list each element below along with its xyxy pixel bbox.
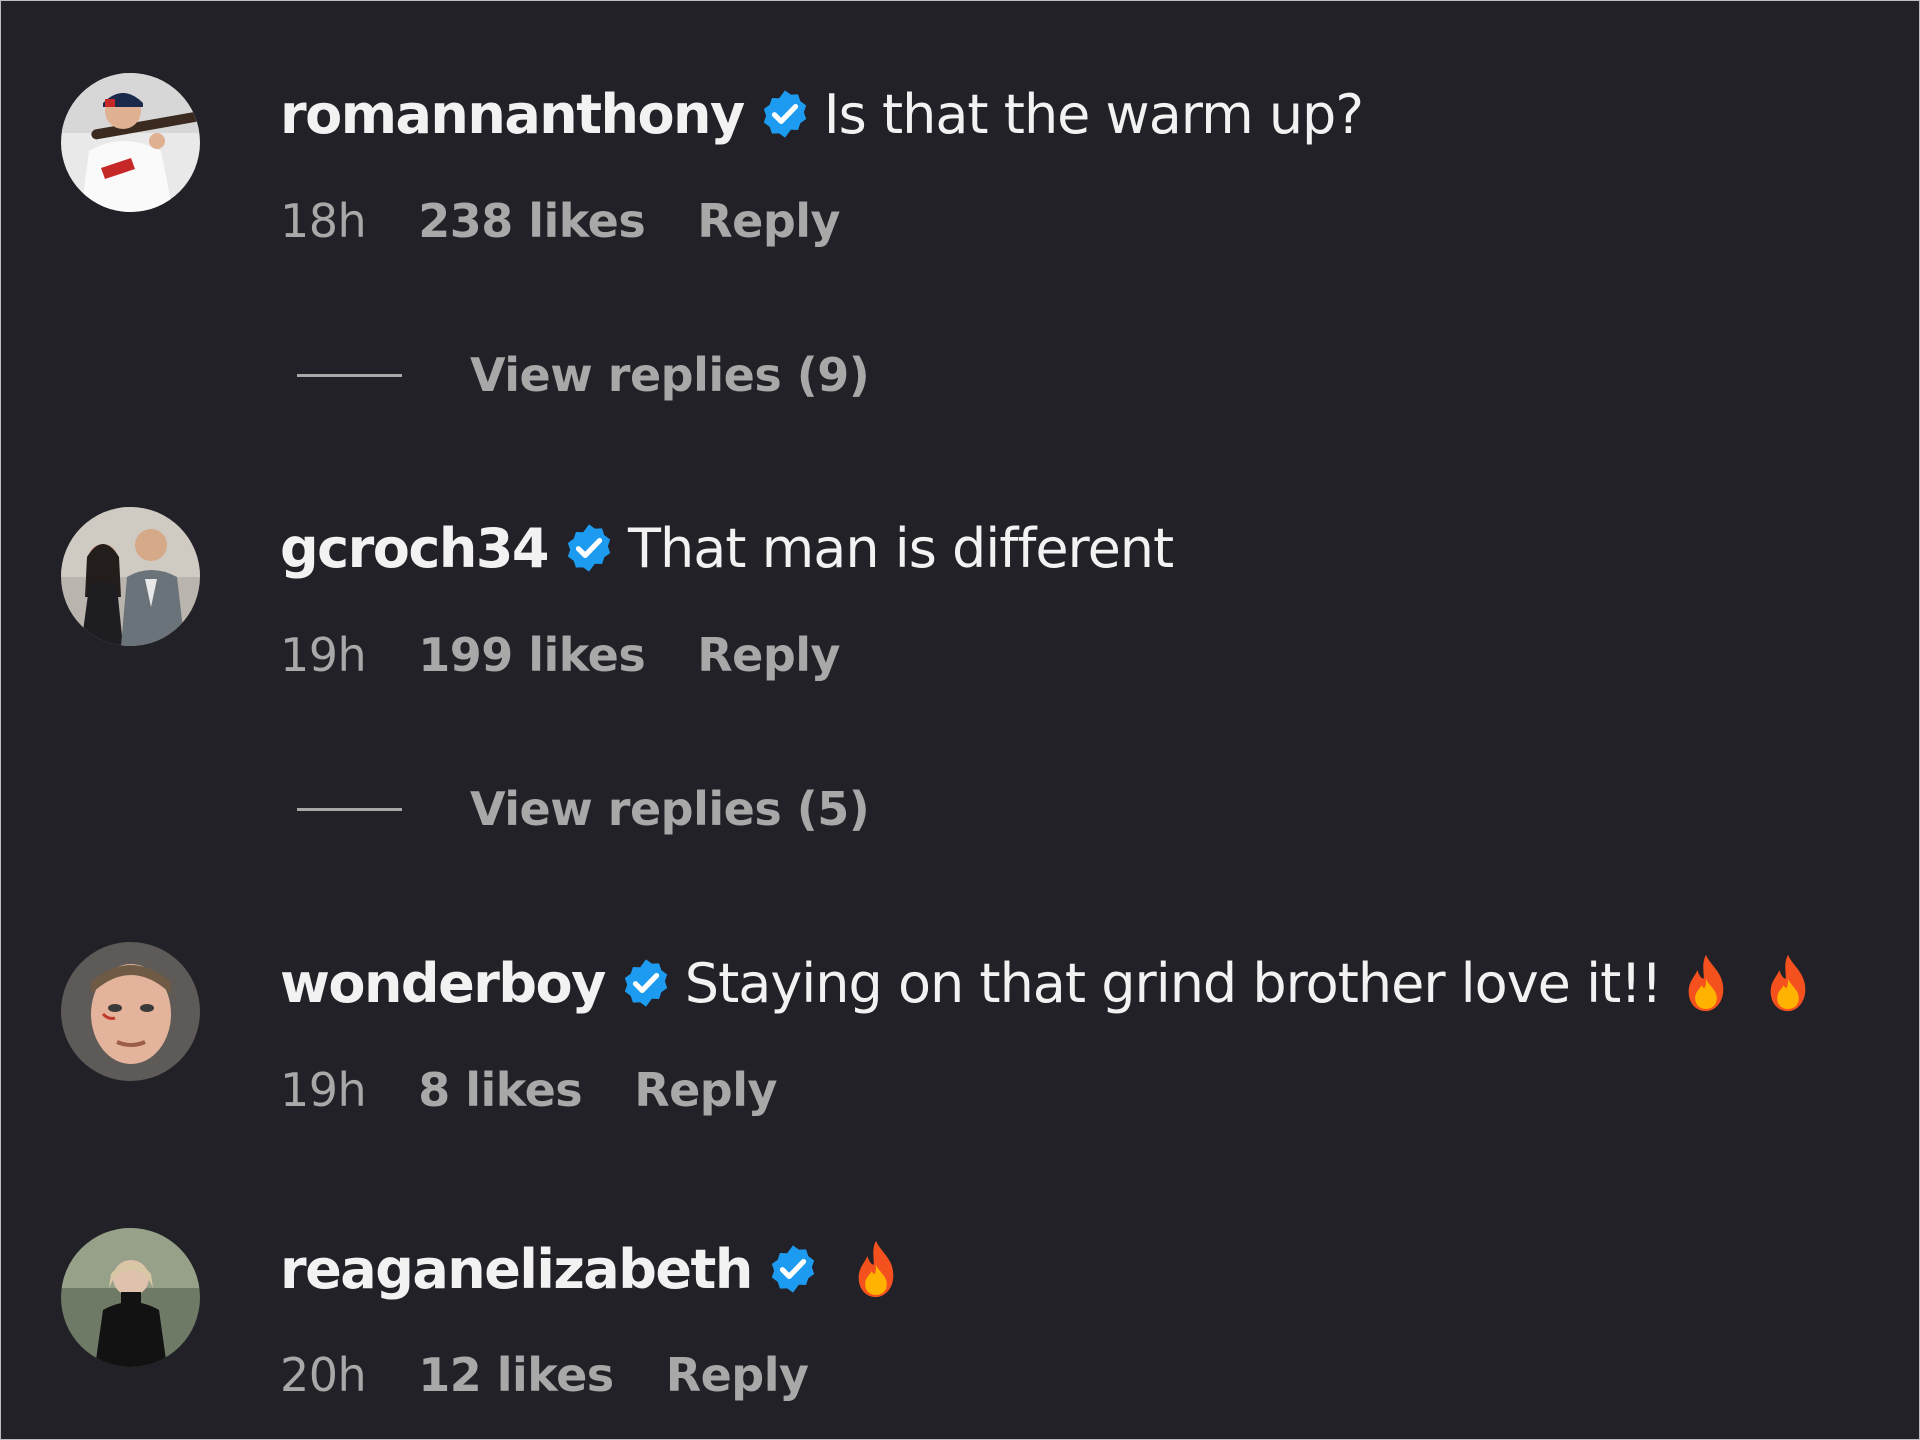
reply-button[interactable]: Reply bbox=[666, 1348, 809, 1402]
verified-badge-icon bbox=[624, 959, 667, 1007]
avatar[interactable] bbox=[61, 942, 200, 1081]
view-replies-label[interactable]: View replies (9) bbox=[470, 348, 870, 402]
couple-photo-avatar bbox=[61, 507, 200, 646]
comment-likes[interactable]: 8 likes bbox=[418, 1063, 583, 1117]
comment-line: reaganelizabeth bbox=[280, 1229, 902, 1309]
reply-button[interactable]: Reply bbox=[634, 1063, 777, 1117]
view-replies-label[interactable]: View replies (5) bbox=[470, 782, 870, 836]
comment-line: wonderboy Staying on that grind brother … bbox=[280, 943, 1814, 1023]
comment-likes[interactable]: 199 likes bbox=[418, 628, 646, 682]
avatar[interactable] bbox=[61, 73, 200, 212]
view-replies-button[interactable]: View replies (5) bbox=[297, 779, 870, 839]
fire-icon bbox=[1770, 954, 1805, 1012]
comment-username[interactable]: romannanthony bbox=[280, 83, 745, 146]
comment-likes[interactable]: 238 likes bbox=[418, 194, 646, 248]
comment-username[interactable]: reaganelizabeth bbox=[280, 1238, 753, 1301]
comment-meta: 20h 12 likes Reply bbox=[280, 1345, 861, 1405]
comment-text: Staying on that grind brother love it!! bbox=[684, 951, 1663, 1015]
fire-icon bbox=[858, 1240, 894, 1298]
comment-line: gcroch34 That man is different bbox=[280, 508, 1174, 588]
comment-likes[interactable]: 12 likes bbox=[418, 1348, 614, 1402]
fire-icon bbox=[1688, 954, 1723, 1012]
verified-badge-icon bbox=[771, 1245, 814, 1293]
comment-time: 19h bbox=[280, 628, 367, 682]
avatar[interactable] bbox=[61, 507, 200, 646]
comment-meta: 18h 238 likes Reply bbox=[280, 191, 892, 251]
divider-line bbox=[297, 373, 402, 377]
comment-meta: 19h 8 likes Reply bbox=[280, 1060, 829, 1120]
reply-button[interactable]: Reply bbox=[697, 194, 840, 248]
avatar[interactable] bbox=[61, 1228, 200, 1367]
comment-time: 18h bbox=[280, 194, 367, 248]
comment-text: Is that the warm up? bbox=[823, 82, 1364, 146]
comment-time: 19h bbox=[280, 1063, 367, 1117]
verified-badge-icon bbox=[567, 524, 611, 572]
comment-username[interactable]: gcroch34 bbox=[280, 517, 550, 580]
comment-line: romannanthony Is that the warm up? bbox=[280, 74, 1364, 154]
baseball-player-avatar bbox=[61, 73, 200, 212]
fighter-face-avatar bbox=[61, 942, 200, 1081]
comment-username[interactable]: wonderboy bbox=[280, 952, 606, 1015]
verified-badge-icon bbox=[763, 90, 806, 138]
comment-text: That man is different bbox=[628, 516, 1174, 580]
divider-line bbox=[297, 807, 402, 811]
view-replies-button[interactable]: View replies (9) bbox=[297, 345, 870, 405]
reply-button[interactable]: Reply bbox=[697, 628, 840, 682]
comment-time: 20h bbox=[280, 1348, 367, 1402]
comment-meta: 19h 199 likes Reply bbox=[280, 625, 892, 685]
comments-panel: romannanthony Is that the warm up? 18h 2… bbox=[0, 0, 1920, 1440]
woman-portrait-avatar bbox=[61, 1228, 200, 1367]
